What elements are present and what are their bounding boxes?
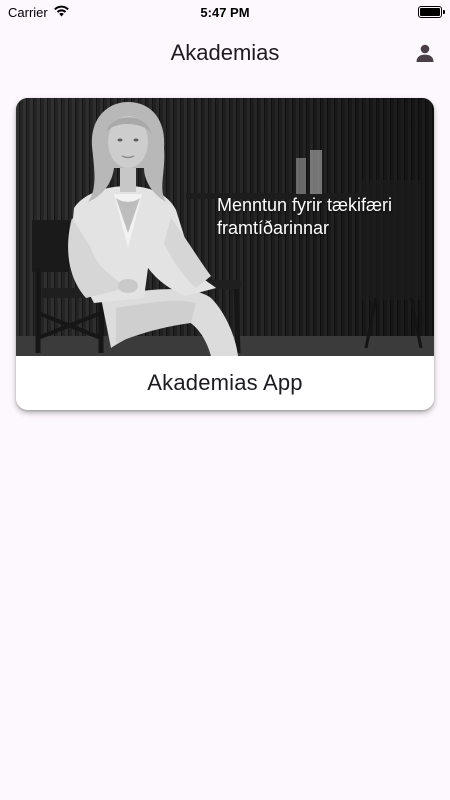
battery-fill bbox=[420, 8, 440, 16]
card-image-caption: Menntun fyrir tækifæri framtíðarinnar bbox=[217, 195, 393, 238]
account-button[interactable] bbox=[414, 42, 436, 64]
battery-icon bbox=[418, 6, 445, 18]
card-title: Akademias App bbox=[147, 370, 303, 395]
status-bar: Carrier 5:47 PM bbox=[0, 0, 450, 24]
carrier-label: Carrier bbox=[8, 4, 48, 20]
status-right bbox=[418, 6, 450, 18]
card-footer: Akademias App bbox=[16, 356, 434, 410]
wifi-icon bbox=[53, 5, 70, 20]
page-title: Akademias bbox=[170, 40, 280, 65]
app-card[interactable]: Menntun fyrir tækifæri framtíðarinnar Ak… bbox=[16, 98, 434, 410]
person-icon bbox=[416, 44, 434, 62]
card-image: Menntun fyrir tækifæri framtíðarinnar bbox=[16, 98, 434, 356]
status-left: Carrier bbox=[0, 5, 70, 20]
app-bar: Akademias bbox=[0, 24, 450, 82]
